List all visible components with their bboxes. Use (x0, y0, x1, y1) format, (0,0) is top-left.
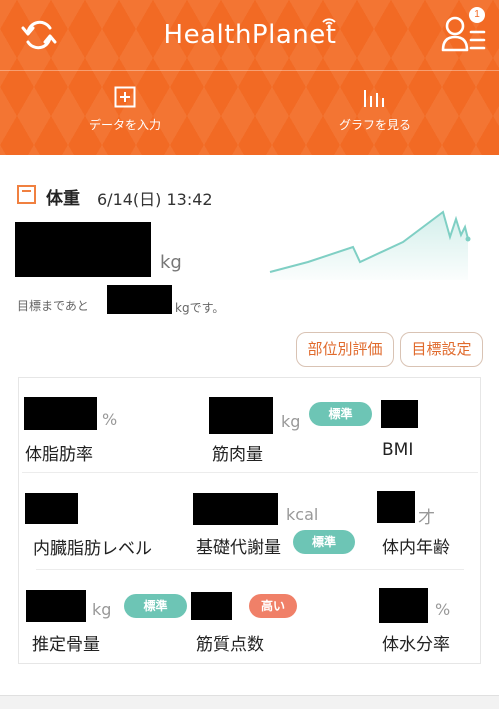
goal-setting-button[interactable]: 目標設定 (400, 332, 483, 367)
muscle-value-redacted (209, 397, 273, 434)
metabolism-value-redacted (193, 493, 278, 525)
data-entry-button[interactable]: データを入力 (50, 86, 200, 133)
data-entry-label: データを入力 (88, 118, 161, 132)
goal-suffix-text: kgです。 (175, 301, 225, 315)
plus-square-icon (114, 86, 136, 108)
muscle-score-value-redacted (191, 592, 232, 620)
top-bar: HealthPlanet 1 (0, 0, 499, 72)
bar-chart-icon (364, 90, 384, 107)
scale-icon (17, 185, 36, 204)
bone-mass-unit: kg (92, 600, 112, 619)
app-header: HealthPlanet 1 データを入力 グラフを見る (0, 0, 499, 155)
weight-unit: kg (160, 252, 182, 273)
goal-remaining-redacted (107, 285, 172, 314)
weight-value-redacted (15, 222, 151, 277)
weight-label: 体重 (46, 189, 80, 209)
muscle-label: 筋肉量 (212, 445, 263, 465)
water-unit: % (435, 600, 451, 619)
body-age-label: 体内年齢 (382, 538, 450, 558)
body-fat-unit: % (102, 410, 118, 429)
metabolism-unit: kcal (286, 505, 319, 524)
bmi-value-redacted (381, 400, 418, 428)
graph-view-button[interactable]: グラフを見る (300, 86, 450, 133)
body-water-label: 体水分率 (382, 635, 450, 655)
water-value-redacted (379, 588, 428, 623)
body-age-unit: 才 (418, 508, 435, 528)
bone-mass-label: 推定骨量 (32, 635, 100, 655)
metabolism-status-badge: 標準 (293, 530, 355, 554)
weight-trend-sparkline[interactable] (268, 207, 473, 280)
row-divider (36, 569, 464, 570)
muscle-status-badge: 標準 (309, 402, 372, 426)
basal-metabolism-label: 基礎代謝量 (196, 538, 281, 558)
graph-view-label: グラフを見る (338, 118, 411, 132)
bone-mass-status-badge: 標準 (124, 594, 187, 618)
goal-prefix-text: 目標まであと (17, 299, 89, 313)
sync-icon[interactable] (20, 16, 58, 54)
bmi-label: BMI (382, 440, 414, 460)
muscle-score-label: 筋質点数 (196, 635, 264, 655)
visceral-value-redacted (25, 493, 78, 524)
wifi-signal-icon (322, 18, 336, 28)
body-fat-value-redacted (24, 397, 97, 430)
body-fat-label: 体脂肪率 (25, 445, 93, 465)
visceral-fat-label: 内臓脂肪レベル (33, 539, 152, 559)
notification-badge: 1 (469, 7, 485, 23)
row-divider (22, 472, 478, 473)
page-bottom (0, 696, 499, 709)
measurement-date: 6/14(日) 13:42 (97, 190, 213, 209)
header-divider (0, 70, 499, 71)
body-age-value-redacted (377, 491, 415, 523)
region-evaluation-button[interactable]: 部位別評価 (296, 332, 394, 367)
muscle-unit: kg (281, 412, 301, 431)
bone-mass-value-redacted (26, 590, 86, 622)
muscle-score-status-badge: 高い (249, 594, 297, 618)
